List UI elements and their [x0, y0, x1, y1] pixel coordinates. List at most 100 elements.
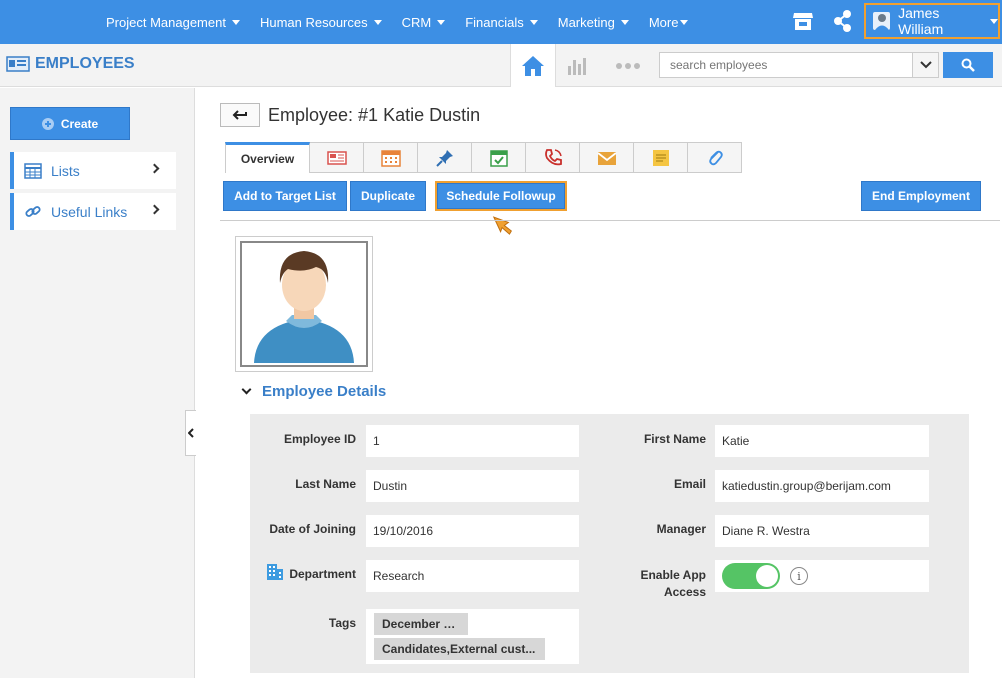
- last-name-value[interactable]: Dustin: [366, 470, 579, 502]
- tab-email[interactable]: [580, 142, 634, 173]
- email-value[interactable]: katiedustin.group@berijam.com: [715, 470, 929, 502]
- divider: [220, 220, 1000, 221]
- attachment-icon: [708, 150, 723, 165]
- department-value[interactable]: Research: [366, 560, 579, 592]
- tab-overview[interactable]: Overview: [225, 142, 310, 173]
- menu-label: CRM: [401, 14, 432, 30]
- tag-chip[interactable]: Candidates,External cust...: [374, 638, 545, 660]
- menu-marketing[interactable]: Marketing: [558, 15, 629, 30]
- add-to-target-list-button[interactable]: Add to Target List: [223, 181, 347, 211]
- create-label: Create: [60, 116, 99, 131]
- pin-icon: [435, 149, 453, 167]
- sidebar-collapse-button[interactable]: [185, 410, 196, 456]
- back-button[interactable]: [220, 103, 260, 127]
- left-sidebar: Create Lists Useful Links: [0, 88, 195, 678]
- menu-label: Financials: [465, 14, 524, 30]
- tags-label: Tags: [328, 616, 356, 630]
- user-avatar-icon: [873, 12, 891, 30]
- menu-label: Project Management: [106, 14, 226, 30]
- menu-label: Human Resources: [259, 14, 368, 30]
- menu-crm[interactable]: CRM: [402, 15, 446, 30]
- caret-down-icon: [231, 19, 240, 25]
- last-name-label: Last Name: [295, 477, 356, 491]
- tab-phone[interactable]: [526, 142, 580, 173]
- tab-newspaper[interactable]: [310, 142, 364, 173]
- tab-note[interactable]: [634, 142, 688, 173]
- menu-more[interactable]: More: [649, 15, 689, 30]
- top-navigation-bar: Project Management Human Resources CRM F…: [0, 0, 1002, 44]
- tag-chip[interactable]: December sale: [374, 613, 468, 635]
- bar-chart-icon[interactable]: [566, 56, 588, 76]
- email-icon: [596, 151, 617, 165]
- employee-card-icon: [6, 56, 30, 72]
- first-name-label: First Name: [643, 432, 706, 446]
- search-box: [659, 52, 939, 78]
- label-line: Enable App: [640, 568, 706, 582]
- employee-details-panel: Employee ID 1 First Name Katie Last Name…: [250, 414, 969, 673]
- section-employee-details-toggle[interactable]: Employee Details: [240, 383, 386, 400]
- caret-down-icon: [990, 18, 998, 24]
- share-icon[interactable]: [832, 9, 854, 33]
- search-button[interactable]: [943, 52, 993, 78]
- info-icon[interactable]: i: [790, 567, 808, 585]
- user-menu[interactable]: James William: [864, 3, 1000, 39]
- chevron-down-icon: [241, 384, 252, 395]
- store-icon[interactable]: [792, 10, 814, 32]
- search-icon: [961, 58, 975, 72]
- photo-inner: [240, 241, 368, 367]
- more-dots-icon[interactable]: [616, 63, 640, 69]
- building-icon: [267, 564, 283, 580]
- first-name-value[interactable]: Katie: [715, 425, 929, 457]
- record-tabs: Overview: [225, 142, 742, 173]
- end-employment-button[interactable]: End Employment: [861, 181, 981, 211]
- main-menu: Project Management Human Resources CRM F…: [106, 0, 689, 44]
- caret-down-icon: [373, 19, 382, 25]
- table-icon: [24, 162, 42, 179]
- calendar-icon: [380, 149, 401, 167]
- tags-field[interactable]: December sale Candidates,External cust..…: [366, 609, 579, 664]
- app-access-toggle[interactable]: [722, 563, 780, 589]
- sidebar-item-useful-links[interactable]: Useful Links: [10, 193, 176, 230]
- employee-id-label: Employee ID: [283, 432, 356, 446]
- search-dropdown-button[interactable]: [912, 53, 938, 77]
- schedule-followup-button[interactable]: Schedule Followup: [435, 181, 567, 211]
- module-toolbar: EMPLOYEES: [0, 44, 1002, 87]
- label-line: Access: [663, 585, 706, 599]
- manager-value[interactable]: Diane R. Westra: [715, 515, 929, 547]
- chevron-right-icon: [149, 163, 160, 174]
- date-of-joining-value[interactable]: 19/10/2016: [366, 515, 579, 547]
- tab-task[interactable]: [472, 142, 526, 173]
- duplicate-button[interactable]: Duplicate: [350, 181, 426, 211]
- search-input[interactable]: [660, 53, 912, 77]
- page-title: Employee: #1 Katie Dustin: [268, 105, 481, 125]
- email-label: Email: [673, 477, 706, 491]
- sidebar-item-lists[interactable]: Lists: [10, 152, 176, 189]
- pointer-arrow-icon: [492, 216, 512, 235]
- caret-down-icon: [680, 19, 689, 25]
- date-of-joining-label: Date of Joining: [269, 522, 356, 536]
- tab-label: Overview: [240, 152, 295, 166]
- task-icon: [489, 149, 508, 167]
- arrow-left-icon: [232, 110, 247, 120]
- employee-photo[interactable]: [235, 236, 373, 372]
- employee-id-value[interactable]: 1: [366, 425, 579, 457]
- tab-pin[interactable]: [418, 142, 472, 173]
- home-button[interactable]: [510, 44, 556, 87]
- caret-down-icon: [437, 19, 446, 25]
- module-title[interactable]: EMPLOYEES: [6, 55, 135, 73]
- tab-calendar[interactable]: [364, 142, 418, 173]
- tab-attachment[interactable]: [688, 142, 742, 173]
- chevron-left-icon: [188, 428, 194, 438]
- menu-project-management[interactable]: Project Management: [106, 15, 240, 30]
- sidebar-item-label: Lists: [51, 162, 80, 179]
- enable-app-access-label: Enable App Access: [620, 567, 706, 601]
- caret-down-icon: [620, 19, 629, 25]
- plus-icon: [41, 117, 54, 130]
- toggle-knob: [756, 565, 778, 587]
- menu-financials[interactable]: Financials: [465, 15, 538, 30]
- home-icon: [522, 55, 544, 76]
- module-title-text: EMPLOYEES: [35, 55, 135, 72]
- menu-human-resources[interactable]: Human Resources: [260, 15, 382, 30]
- create-button[interactable]: Create: [10, 107, 130, 140]
- manager-label: Manager: [656, 522, 706, 536]
